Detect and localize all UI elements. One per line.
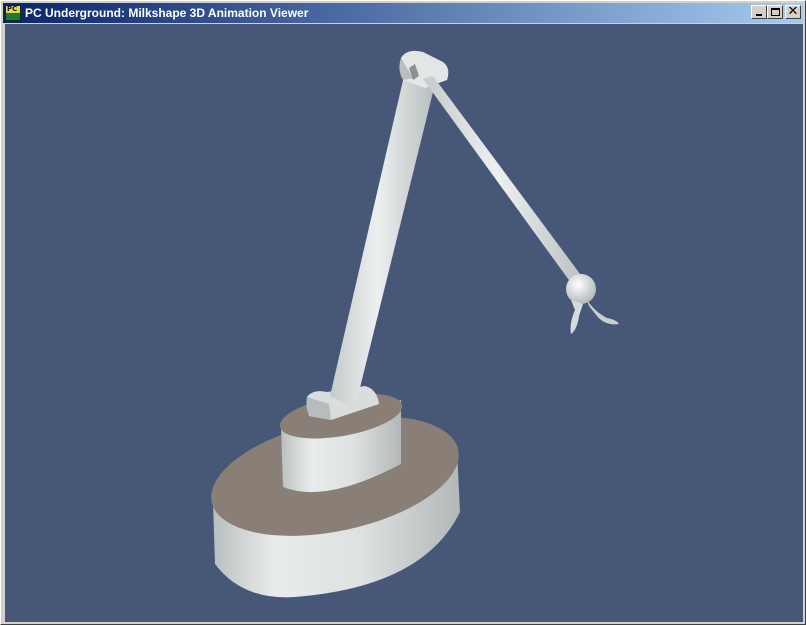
upper-arm [330,76,435,408]
maximize-button[interactable] [767,5,783,19]
close-icon: ✕ [787,4,799,19]
close-button[interactable]: ✕ [785,4,801,19]
caption-buttons: ✕ [751,4,801,19]
app-icon[interactable]: PC [5,5,21,21]
robot-arm-scene [211,50,619,598]
app-window: PC PC Underground: Milkshape 3D Animatio… [0,0,806,625]
window-title: PC Underground: Milkshape 3D Animation V… [25,6,309,20]
app-icon-text: PC [7,5,18,13]
forearm [423,76,589,294]
wrist-ball [566,274,596,304]
title-bar[interactable]: PC PC Underground: Milkshape 3D Animatio… [3,3,803,23]
maximize-icon [771,8,780,16]
gripper [570,300,619,334]
render-viewport[interactable] [5,24,803,622]
minimize-button[interactable] [751,5,767,19]
minimize-icon [756,14,762,16]
